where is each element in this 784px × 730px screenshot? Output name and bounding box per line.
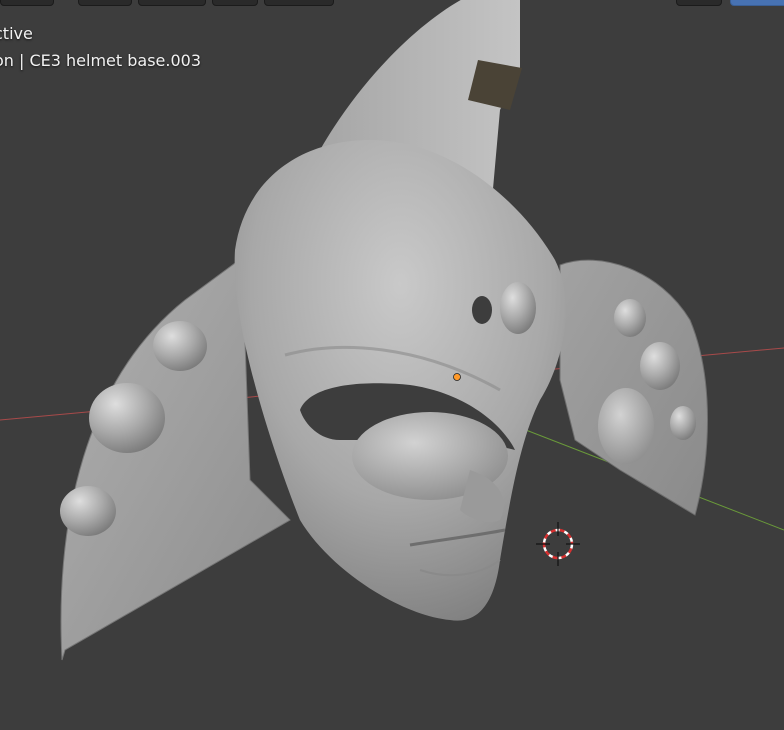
wing-stud-2: [89, 383, 165, 453]
wing-stud-5: [640, 342, 680, 390]
scene-canvas[interactable]: [0, 0, 784, 730]
object-origin-icon[interactable]: [453, 373, 461, 381]
wing-stud-6: [670, 406, 696, 440]
wing-stud-4: [614, 299, 646, 337]
helmet-wing-right: [559, 259, 708, 516]
3d-cursor-icon[interactable]: [536, 522, 580, 566]
forehead-gem: [500, 282, 536, 334]
wing-stud-3: [60, 486, 116, 536]
forehead-hole: [472, 296, 492, 324]
wing-stud-1: [153, 321, 207, 371]
viewport-mode-text: ctive: [0, 24, 33, 43]
helmet-face: [234, 140, 566, 621]
wing-eye-right: [598, 388, 654, 464]
viewport-object-text: on | CE3 helmet base.003: [0, 51, 202, 70]
3d-viewport[interactable]: ctive on | CE3 helmet base.003: [0, 0, 784, 730]
